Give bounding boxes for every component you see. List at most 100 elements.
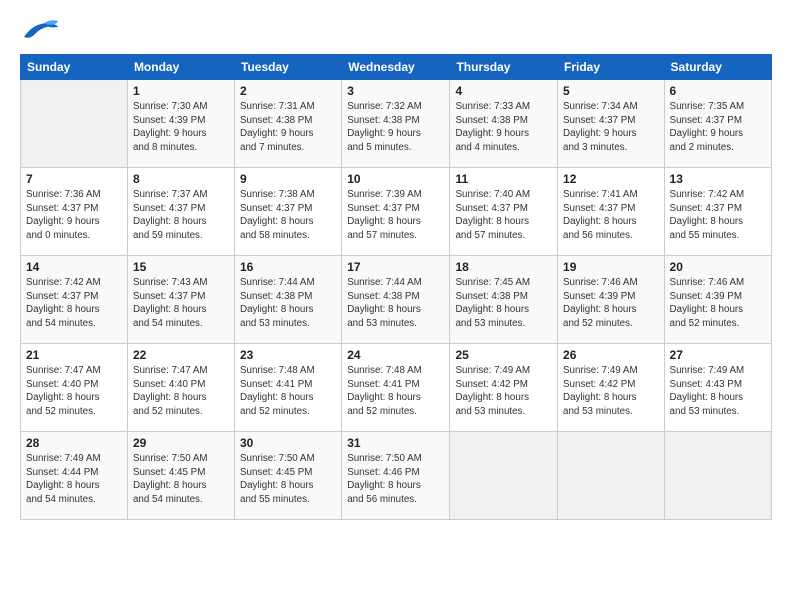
day-number: 28 bbox=[26, 436, 122, 450]
calendar-table: SundayMondayTuesdayWednesdayThursdayFrid… bbox=[20, 54, 772, 520]
day-detail: Sunrise: 7:41 AM Sunset: 4:37 PM Dayligh… bbox=[563, 188, 659, 243]
calendar-cell: 8 Sunrise: 7:37 AM Sunset: 4:37 PM Daylig… bbox=[127, 168, 234, 256]
day-detail: Sunrise: 7:33 AM Sunset: 4:38 PM Dayligh… bbox=[455, 100, 552, 155]
day-number: 1 bbox=[133, 84, 229, 98]
logo bbox=[20, 16, 64, 46]
calendar-cell: 30 Sunrise: 7:50 AM Sunset: 4:45 PM Dayli… bbox=[235, 432, 342, 520]
day-detail: Sunrise: 7:39 AM Sunset: 4:37 PM Dayligh… bbox=[347, 188, 444, 243]
day-detail: Sunrise: 7:46 AM Sunset: 4:39 PM Dayligh… bbox=[670, 276, 766, 331]
day-number: 19 bbox=[563, 260, 659, 274]
calendar-cell bbox=[450, 432, 558, 520]
day-number: 24 bbox=[347, 348, 444, 362]
col-header-friday: Friday bbox=[558, 55, 665, 80]
day-number: 20 bbox=[670, 260, 766, 274]
day-detail: Sunrise: 7:44 AM Sunset: 4:38 PM Dayligh… bbox=[240, 276, 336, 331]
calendar-cell: 19 Sunrise: 7:46 AM Sunset: 4:39 PM Dayli… bbox=[558, 256, 665, 344]
day-detail: Sunrise: 7:44 AM Sunset: 4:38 PM Dayligh… bbox=[347, 276, 444, 331]
day-detail: Sunrise: 7:49 AM Sunset: 4:42 PM Dayligh… bbox=[563, 364, 659, 419]
header bbox=[20, 16, 772, 46]
calendar-cell: 24 Sunrise: 7:48 AM Sunset: 4:41 PM Dayli… bbox=[342, 344, 450, 432]
day-number: 14 bbox=[26, 260, 122, 274]
day-number: 16 bbox=[240, 260, 336, 274]
calendar-cell bbox=[21, 80, 128, 168]
day-number: 22 bbox=[133, 348, 229, 362]
calendar-cell: 9 Sunrise: 7:38 AM Sunset: 4:37 PM Daylig… bbox=[235, 168, 342, 256]
calendar-cell: 23 Sunrise: 7:48 AM Sunset: 4:41 PM Dayli… bbox=[235, 344, 342, 432]
col-header-monday: Monday bbox=[127, 55, 234, 80]
day-number: 4 bbox=[455, 84, 552, 98]
col-header-tuesday: Tuesday bbox=[235, 55, 342, 80]
day-detail: Sunrise: 7:47 AM Sunset: 4:40 PM Dayligh… bbox=[133, 364, 229, 419]
day-detail: Sunrise: 7:49 AM Sunset: 4:42 PM Dayligh… bbox=[455, 364, 552, 419]
calendar-cell: 28 Sunrise: 7:49 AM Sunset: 4:44 PM Dayli… bbox=[21, 432, 128, 520]
day-detail: Sunrise: 7:30 AM Sunset: 4:39 PM Dayligh… bbox=[133, 100, 229, 155]
day-number: 29 bbox=[133, 436, 229, 450]
calendar-cell: 20 Sunrise: 7:46 AM Sunset: 4:39 PM Dayli… bbox=[664, 256, 771, 344]
day-number: 15 bbox=[133, 260, 229, 274]
day-number: 8 bbox=[133, 172, 229, 186]
calendar-cell: 14 Sunrise: 7:42 AM Sunset: 4:37 PM Dayli… bbox=[21, 256, 128, 344]
day-detail: Sunrise: 7:38 AM Sunset: 4:37 PM Dayligh… bbox=[240, 188, 336, 243]
day-number: 5 bbox=[563, 84, 659, 98]
day-detail: Sunrise: 7:40 AM Sunset: 4:37 PM Dayligh… bbox=[455, 188, 552, 243]
day-detail: Sunrise: 7:48 AM Sunset: 4:41 PM Dayligh… bbox=[240, 364, 336, 419]
calendar-cell: 25Sunrise: 7:49 AM Sunset: 4:42 PM Dayli… bbox=[450, 344, 558, 432]
day-number: 26 bbox=[563, 348, 659, 362]
day-number: 2 bbox=[240, 84, 336, 98]
page: SundayMondayTuesdayWednesdayThursdayFrid… bbox=[0, 0, 792, 612]
calendar-cell: 15Sunrise: 7:43 AM Sunset: 4:37 PM Dayli… bbox=[127, 256, 234, 344]
calendar-cell bbox=[558, 432, 665, 520]
col-header-sunday: Sunday bbox=[21, 55, 128, 80]
day-detail: Sunrise: 7:48 AM Sunset: 4:41 PM Dayligh… bbox=[347, 364, 444, 419]
day-number: 9 bbox=[240, 172, 336, 186]
day-number: 31 bbox=[347, 436, 444, 450]
calendar-cell: 31 Sunrise: 7:50 AM Sunset: 4:46 PM Dayli… bbox=[342, 432, 450, 520]
calendar-week-1: 1 Sunrise: 7:30 AM Sunset: 4:39 PM Daylig… bbox=[21, 80, 772, 168]
day-detail: Sunrise: 7:50 AM Sunset: 4:45 PM Dayligh… bbox=[240, 452, 336, 507]
day-number: 27 bbox=[670, 348, 766, 362]
calendar-cell: 21 Sunrise: 7:47 AM Sunset: 4:40 PM Dayli… bbox=[21, 344, 128, 432]
calendar-cell: 3Sunrise: 7:32 AM Sunset: 4:38 PM Daylig… bbox=[342, 80, 450, 168]
day-number: 21 bbox=[26, 348, 122, 362]
logo-bird-icon bbox=[20, 16, 60, 46]
calendar-cell: 17 Sunrise: 7:44 AM Sunset: 4:38 PM Dayli… bbox=[342, 256, 450, 344]
calendar-cell: 6 Sunrise: 7:35 AM Sunset: 4:37 PM Daylig… bbox=[664, 80, 771, 168]
day-detail: Sunrise: 7:42 AM Sunset: 4:37 PM Dayligh… bbox=[26, 276, 122, 331]
day-number: 17 bbox=[347, 260, 444, 274]
day-number: 11 bbox=[455, 172, 552, 186]
calendar-cell: 12 Sunrise: 7:41 AM Sunset: 4:37 PM Dayli… bbox=[558, 168, 665, 256]
calendar-cell: 7 Sunrise: 7:36 AM Sunset: 4:37 PM Daylig… bbox=[21, 168, 128, 256]
day-detail: Sunrise: 7:37 AM Sunset: 4:37 PM Dayligh… bbox=[133, 188, 229, 243]
day-detail: Sunrise: 7:45 AM Sunset: 4:38 PM Dayligh… bbox=[455, 276, 552, 331]
day-detail: Sunrise: 7:47 AM Sunset: 4:40 PM Dayligh… bbox=[26, 364, 122, 419]
day-detail: Sunrise: 7:36 AM Sunset: 4:37 PM Dayligh… bbox=[26, 188, 122, 243]
day-detail: Sunrise: 7:49 AM Sunset: 4:44 PM Dayligh… bbox=[26, 452, 122, 507]
calendar-cell: 16 Sunrise: 7:44 AM Sunset: 4:38 PM Dayli… bbox=[235, 256, 342, 344]
day-number: 30 bbox=[240, 436, 336, 450]
col-header-wednesday: Wednesday bbox=[342, 55, 450, 80]
day-detail: Sunrise: 7:46 AM Sunset: 4:39 PM Dayligh… bbox=[563, 276, 659, 331]
calendar-cell: 18Sunrise: 7:45 AM Sunset: 4:38 PM Dayli… bbox=[450, 256, 558, 344]
calendar-cell: 27 Sunrise: 7:49 AM Sunset: 4:43 PM Dayli… bbox=[664, 344, 771, 432]
calendar-cell: 4 Sunrise: 7:33 AM Sunset: 4:38 PM Daylig… bbox=[450, 80, 558, 168]
calendar-cell: 5 Sunrise: 7:34 AM Sunset: 4:37 PM Daylig… bbox=[558, 80, 665, 168]
day-number: 6 bbox=[670, 84, 766, 98]
day-number: 23 bbox=[240, 348, 336, 362]
calendar-cell bbox=[664, 432, 771, 520]
col-header-thursday: Thursday bbox=[450, 55, 558, 80]
calendar-cell: 26 Sunrise: 7:49 AM Sunset: 4:42 PM Dayli… bbox=[558, 344, 665, 432]
day-detail: Sunrise: 7:34 AM Sunset: 4:37 PM Dayligh… bbox=[563, 100, 659, 155]
calendar-cell: 1 Sunrise: 7:30 AM Sunset: 4:39 PM Daylig… bbox=[127, 80, 234, 168]
day-detail: Sunrise: 7:31 AM Sunset: 4:38 PM Dayligh… bbox=[240, 100, 336, 155]
day-number: 12 bbox=[563, 172, 659, 186]
day-detail: Sunrise: 7:49 AM Sunset: 4:43 PM Dayligh… bbox=[670, 364, 766, 419]
day-number: 7 bbox=[26, 172, 122, 186]
calendar-cell: 10Sunrise: 7:39 AM Sunset: 4:37 PM Dayli… bbox=[342, 168, 450, 256]
calendar-week-3: 14 Sunrise: 7:42 AM Sunset: 4:37 PM Dayli… bbox=[21, 256, 772, 344]
day-detail: Sunrise: 7:35 AM Sunset: 4:37 PM Dayligh… bbox=[670, 100, 766, 155]
calendar-week-5: 28 Sunrise: 7:49 AM Sunset: 4:44 PM Dayli… bbox=[21, 432, 772, 520]
day-detail: Sunrise: 7:42 AM Sunset: 4:37 PM Dayligh… bbox=[670, 188, 766, 243]
day-detail: Sunrise: 7:50 AM Sunset: 4:46 PM Dayligh… bbox=[347, 452, 444, 507]
calendar-week-2: 7 Sunrise: 7:36 AM Sunset: 4:37 PM Daylig… bbox=[21, 168, 772, 256]
calendar-cell: 13Sunrise: 7:42 AM Sunset: 4:37 PM Dayli… bbox=[664, 168, 771, 256]
